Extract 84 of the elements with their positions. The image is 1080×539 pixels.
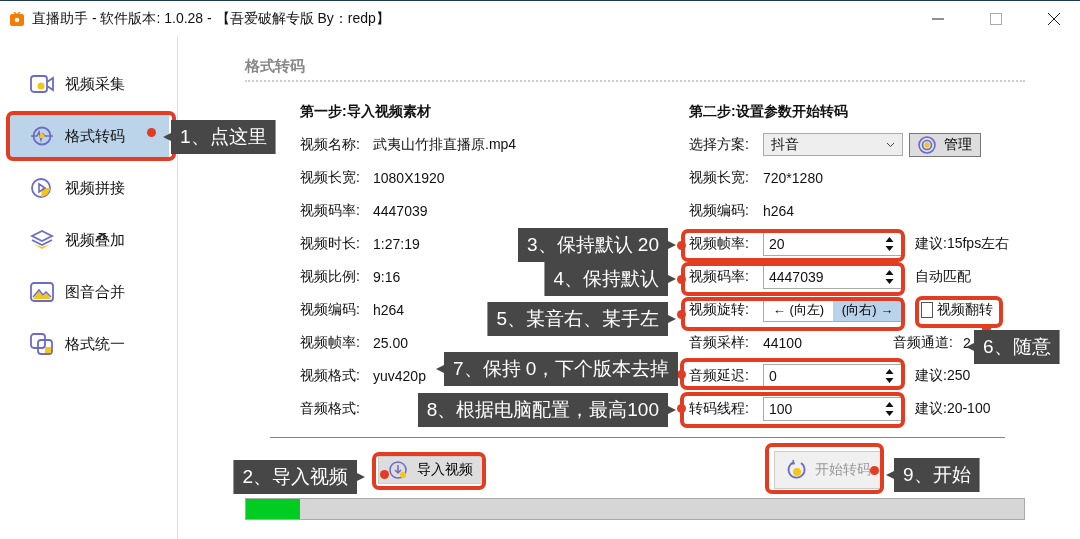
refresh-icon bbox=[785, 459, 807, 481]
field-label: 视频旋转: bbox=[689, 300, 750, 319]
field-label: 视频长宽: bbox=[300, 168, 361, 187]
marker-dot bbox=[147, 128, 156, 137]
field-label: 视频码率: bbox=[300, 201, 361, 220]
field-label: 视频比例: bbox=[300, 267, 361, 286]
number-field[interactable]: 20 bbox=[763, 231, 903, 256]
sidebar-item[interactable]: 视频叠加 bbox=[10, 214, 169, 266]
callout-label: 7、保持 0，下个版本去掉 bbox=[436, 352, 679, 386]
spin-arrows-icon[interactable] bbox=[885, 235, 894, 252]
number-field[interactable]: 100 bbox=[763, 396, 903, 421]
field-value: 9:16 bbox=[373, 268, 401, 285]
window-title: 直播助手 - 软件版本: 1.0.28 - 【吾爱破解专版 By：redp】 bbox=[32, 9, 390, 28]
field-value: yuv420p bbox=[373, 367, 426, 384]
hint-text: 建议:15fps左右 bbox=[915, 234, 1010, 253]
layers-icon bbox=[30, 229, 54, 251]
marker-dot bbox=[677, 404, 686, 413]
close-icon[interactable] bbox=[1048, 12, 1060, 25]
field-value: 武夷山竹排直播原.mp4 bbox=[373, 135, 517, 154]
overlap-squares-icon bbox=[30, 333, 54, 355]
marker-dot bbox=[677, 310, 686, 319]
sidebar-item[interactable]: 视频拼接 bbox=[10, 162, 169, 214]
marker-dot bbox=[870, 466, 879, 475]
field-label: 视频长宽: bbox=[689, 168, 750, 187]
chevron-down-icon bbox=[886, 141, 895, 148]
callout-label: 9、开始 bbox=[886, 458, 980, 492]
marker-dot bbox=[380, 470, 389, 479]
marker-dot bbox=[677, 275, 686, 284]
field-value: 1080X1920 bbox=[373, 169, 445, 186]
import-video-button[interactable]: 导入视频 bbox=[378, 456, 484, 484]
sidebar-item[interactable]: 格式统一 bbox=[10, 318, 169, 370]
scheme-dropdown[interactable]: 抖音 bbox=[763, 133, 903, 156]
field-label: 视频编码: bbox=[300, 300, 361, 319]
sidebar-item[interactable]: 视频采集 bbox=[10, 58, 169, 110]
field-value: h264 bbox=[763, 202, 795, 219]
field-label: 转码线程: bbox=[689, 399, 750, 418]
field-label: 视频帧率: bbox=[689, 234, 750, 253]
spin-arrows-icon[interactable] bbox=[885, 367, 894, 384]
step-heading: 第一步:导入视频素材 bbox=[300, 101, 432, 121]
play-circle-icon bbox=[30, 177, 54, 199]
checkbox[interactable] bbox=[921, 301, 933, 318]
callout-label: 8、根据电脑配置，最高100 bbox=[417, 393, 676, 427]
field-label: 音频延迟: bbox=[689, 366, 750, 385]
field-label: 视频名称: bbox=[300, 135, 361, 154]
hint-text: 建议:20-100 bbox=[915, 399, 991, 418]
field-value: 720*1280 bbox=[763, 169, 823, 186]
callout-label: 1、点这里 bbox=[163, 120, 276, 154]
sidebar-item[interactable]: 图音合并 bbox=[10, 266, 169, 318]
field-label: 视频时长: bbox=[300, 234, 361, 253]
field-label: 视频码率: bbox=[689, 267, 750, 286]
field-value: 44100 bbox=[763, 334, 803, 351]
field-label: 视频格式: bbox=[300, 366, 361, 385]
field-label: 视频编码: bbox=[689, 201, 750, 220]
image-icon bbox=[30, 281, 54, 303]
callout-label: 4、保持默认 bbox=[544, 262, 676, 296]
step-heading: 第二步:设置参数开始转码 bbox=[689, 101, 849, 121]
field-label: 选择方案: bbox=[689, 135, 750, 154]
field-value: 4447039 bbox=[373, 202, 428, 219]
checkbox-label: 视频翻转 bbox=[937, 300, 993, 319]
waveform-circle-icon bbox=[30, 125, 54, 147]
manage-button[interactable]: 管理 bbox=[909, 132, 981, 157]
field-value: 25.00 bbox=[373, 334, 409, 351]
download-circle-icon bbox=[389, 461, 407, 479]
field-label: 视频帧率: bbox=[300, 333, 361, 352]
marker-dot bbox=[677, 241, 686, 250]
field-value: 1:27:19 bbox=[373, 235, 420, 252]
field-value: h264 bbox=[373, 301, 405, 318]
hint-text: 建议:250 bbox=[915, 366, 971, 385]
field-label: 音频格式: bbox=[300, 399, 361, 418]
callout-label: 3、保持默认 20 bbox=[518, 228, 676, 262]
sidebar-item[interactable]: 格式转码 bbox=[10, 113, 169, 159]
app-logo-icon bbox=[10, 11, 24, 26]
spin-arrows-icon[interactable] bbox=[885, 400, 894, 417]
camera-icon bbox=[30, 73, 54, 95]
number-field[interactable]: 4447039 bbox=[763, 264, 903, 289]
number-field[interactable]: 0 bbox=[763, 363, 903, 388]
callout-label: 5、某音右、某手左 bbox=[487, 302, 676, 336]
target-icon bbox=[918, 135, 936, 154]
callout-label: 2、导入视频 bbox=[233, 460, 365, 494]
spin-arrows-icon[interactable] bbox=[885, 268, 894, 285]
section-title: 格式转码 bbox=[245, 54, 1025, 82]
field-label: 音频采样: bbox=[689, 333, 750, 352]
field-label: 音频通道: bbox=[893, 333, 953, 352]
hint-text: 自动匹配 bbox=[915, 267, 971, 286]
